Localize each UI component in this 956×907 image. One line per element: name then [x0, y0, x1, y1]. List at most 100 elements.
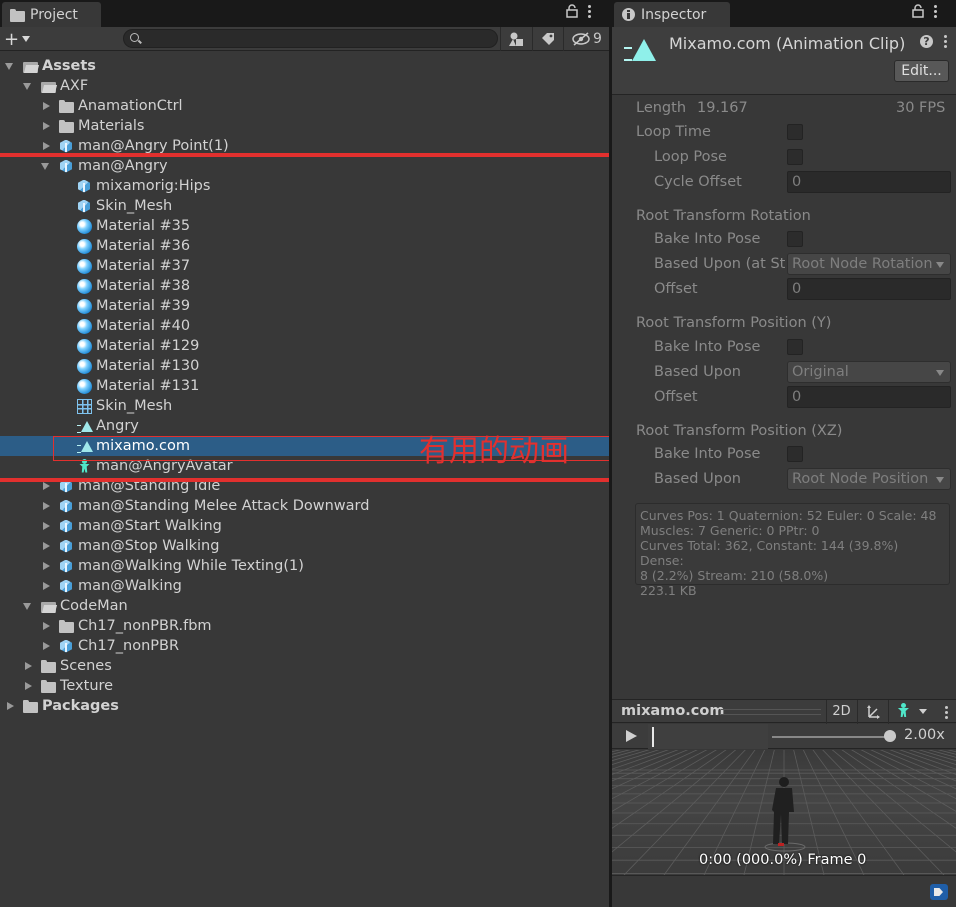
chevron-down-icon: [22, 36, 31, 42]
edit-button[interactable]: Edit...: [894, 60, 949, 82]
animation-clip-icon: [624, 39, 656, 65]
pivot-icon: [866, 705, 880, 719]
curve-stats-box: Curves Pos: 1 Quaternion: 52 Euler: 0 Sc…: [635, 503, 950, 598]
tree-item-label: Assets: [42, 58, 96, 74]
tree-item[interactable]: Assets: [0, 56, 609, 76]
project-toolbar: + 9: [0, 27, 609, 51]
tab-project[interactable]: Project: [2, 2, 101, 27]
collapsed-arrow-icon[interactable]: [23, 681, 33, 691]
tree-item[interactable]: AXF: [0, 76, 609, 96]
rotation-bake-checkbox[interactable]: [787, 231, 803, 247]
preview-frame-readout: 0:00 (000.0%) Frame 0: [699, 852, 867, 868]
tree-item-label: man@Walking While Texting(1): [78, 558, 304, 574]
tree-item[interactable]: Packages: [0, 696, 609, 716]
toggle-2d-button[interactable]: 2D: [826, 700, 856, 724]
tree-item[interactable]: Ch17_nonPBR.fbm: [0, 616, 609, 636]
length-label: Length: [636, 100, 687, 116]
search-input[interactable]: [123, 29, 498, 48]
loop-time-checkbox[interactable]: [787, 124, 803, 140]
tree-item[interactable]: Ch17_nonPBR: [0, 636, 609, 656]
tree-item[interactable]: man@Start Walking: [0, 516, 609, 536]
fps-value: 30 FPS: [896, 100, 946, 116]
inspector-footer: [612, 875, 956, 907]
collapsed-arrow-icon[interactable]: [41, 541, 51, 551]
tree-item-label: man@Walking: [78, 578, 182, 594]
search-by-label-button[interactable]: [532, 27, 562, 51]
collapsed-arrow-icon[interactable]: [41, 561, 51, 571]
tree-item-label: Scenes: [60, 658, 112, 674]
position-y-bake-checkbox[interactable]: [787, 339, 803, 355]
rotation-based-upon-dropdown[interactable]: Root Node Rotation: [787, 253, 951, 275]
tree-item-label: Texture: [60, 678, 114, 694]
folder-icon: [23, 699, 38, 714]
folder-icon: [10, 8, 25, 22]
more-icon[interactable]: [934, 5, 938, 23]
tree-item[interactable]: AnamationCtrl: [0, 96, 609, 116]
preview-viewport[interactable]: 0:00 (000.0%) Frame 0: [612, 750, 956, 875]
collapsed-arrow-icon[interactable]: [41, 521, 51, 531]
collapsed-arrow-icon[interactable]: [41, 621, 51, 631]
rotation-offset-field[interactable]: 0: [787, 278, 951, 300]
folder-icon: [59, 119, 74, 134]
preview-kebab-icon[interactable]: [945, 706, 949, 721]
lock-icon[interactable]: [566, 4, 578, 22]
hidden-packages-button[interactable]: 9: [563, 27, 609, 51]
collapsed-arrow-icon[interactable]: [41, 141, 51, 151]
preview-timeline[interactable]: [648, 724, 768, 749]
collapsed-arrow-icon[interactable]: [41, 501, 51, 511]
position-y-based-upon-dropdown[interactable]: Original: [787, 361, 951, 383]
avatar-select-button[interactable]: [888, 700, 934, 724]
root-position-xz-header: Root Transform Position (XZ): [636, 423, 843, 439]
tree-item[interactable]: man@Stop Walking: [0, 536, 609, 556]
expanded-arrow-icon[interactable]: [23, 601, 33, 611]
help-icon[interactable]: ?: [920, 35, 933, 48]
search-by-type-button[interactable]: [500, 27, 531, 51]
collapsed-arrow-icon[interactable]: [41, 121, 51, 131]
settings-kebab-icon[interactable]: [944, 35, 948, 50]
tree-item-label: Ch17_nonPBR: [78, 638, 180, 654]
collapsed-arrow-icon[interactable]: [41, 101, 51, 111]
collapsed-arrow-icon[interactable]: [41, 641, 51, 651]
position-xz-based-upon-dropdown[interactable]: Root Node Position: [787, 468, 951, 490]
create-button[interactable]: +: [4, 29, 40, 50]
rotation-based-upon-label: Based Upon (at St: [654, 256, 786, 272]
position-xz-bake-checkbox[interactable]: [787, 446, 803, 462]
speed-slider[interactable]: [772, 736, 896, 738]
position-y-offset-field[interactable]: 0: [787, 386, 951, 408]
tree-item[interactable]: man@Walking: [0, 576, 609, 596]
tree-item[interactable]: Texture: [0, 676, 609, 696]
collapsed-arrow-icon[interactable]: [23, 661, 33, 671]
inspector-tabbar: Inspector: [612, 0, 956, 27]
tree-item[interactable]: man@Standing Melee Attack Downward: [0, 496, 609, 516]
preview-drag-handle[interactable]: [721, 709, 821, 715]
position-y-bake-label: Bake Into Pose: [654, 339, 761, 355]
expanded-arrow-icon[interactable]: [23, 81, 33, 91]
tab-inspector[interactable]: Inspector: [614, 2, 730, 27]
model-prefab-icon: [59, 559, 74, 574]
tag-icon: [541, 33, 554, 45]
play-icon[interactable]: [626, 730, 637, 742]
tree-item-label: AXF: [60, 78, 89, 94]
collapsed-arrow-icon[interactable]: [41, 581, 51, 591]
rotation-offset-label: Offset: [654, 281, 698, 297]
tree-item[interactable]: Scenes: [0, 656, 609, 676]
tree-item[interactable]: man@Walking While Texting(1): [0, 556, 609, 576]
tree-item[interactable]: Materials: [0, 116, 609, 136]
pivot-toggle-button[interactable]: [857, 700, 887, 724]
loop-pose-checkbox[interactable]: [787, 149, 803, 165]
tab-project-label: Project: [30, 6, 78, 23]
tree-item[interactable]: CodeMan: [0, 596, 609, 616]
lock-icon[interactable]: [912, 4, 924, 22]
annotation-text: 有用的动画: [419, 434, 569, 469]
asset-label-icon[interactable]: [930, 884, 948, 900]
loop-time-label: Loop Time: [636, 124, 711, 140]
expanded-arrow-icon[interactable]: [5, 61, 15, 71]
root-position-y-header: Root Transform Position (Y): [636, 315, 832, 331]
more-icon[interactable]: [588, 5, 592, 23]
collapsed-arrow-icon[interactable]: [41, 481, 51, 491]
cycle-offset-field[interactable]: 0: [787, 171, 951, 193]
collapsed-arrow-icon[interactable]: [5, 701, 15, 711]
speed-slider-handle[interactable]: [883, 730, 896, 742]
position-y-offset-label: Offset: [654, 389, 698, 405]
model-prefab-icon: [59, 519, 74, 534]
